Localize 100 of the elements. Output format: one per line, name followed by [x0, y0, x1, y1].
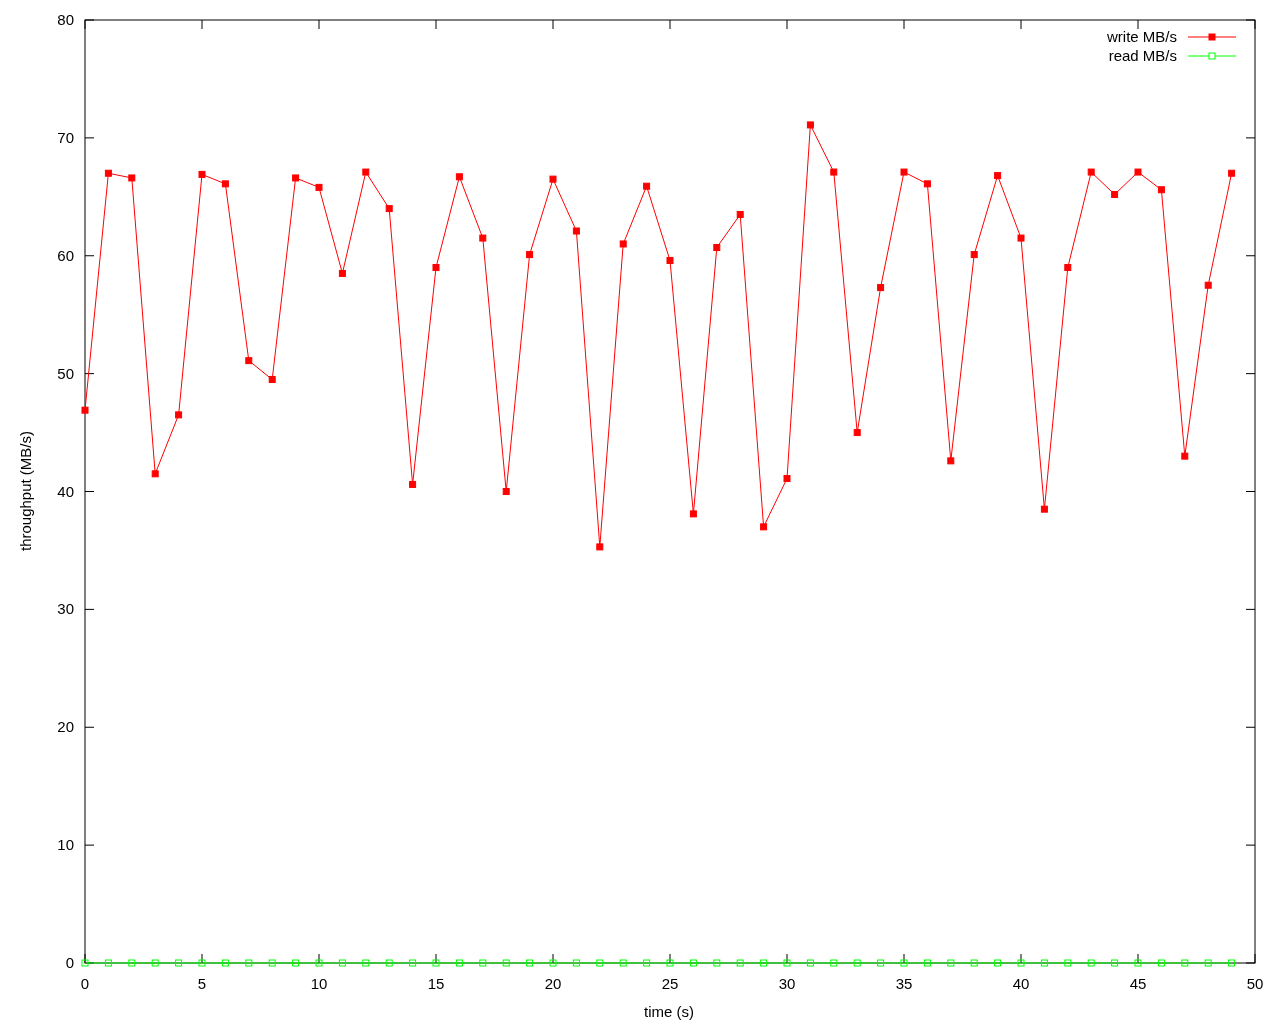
data-point	[409, 959, 417, 967]
data-point	[760, 523, 768, 531]
data-point	[81, 406, 89, 414]
data-point	[455, 173, 463, 181]
data-point	[128, 174, 136, 182]
data-point	[619, 240, 627, 248]
x-tick-label: 15	[427, 975, 445, 992]
data-point	[81, 959, 89, 967]
x-tick-label: 40	[1012, 975, 1030, 992]
data-point	[643, 182, 651, 190]
data-point	[1157, 186, 1165, 194]
data-point	[292, 959, 300, 967]
data-point	[432, 264, 440, 272]
y-tick-label: 40	[57, 482, 74, 500]
data-point	[994, 172, 1002, 180]
data-point	[175, 959, 183, 967]
data-point	[1134, 168, 1142, 176]
data-point	[783, 475, 791, 483]
x-axis-title: time (s)	[644, 1003, 694, 1020]
data-point	[221, 959, 229, 967]
legend-label: write MB/s	[1107, 28, 1177, 45]
data-point	[198, 170, 206, 178]
data-point	[1134, 959, 1142, 967]
data-point	[1040, 505, 1048, 513]
data-point	[736, 959, 744, 967]
data-point	[385, 205, 393, 213]
x-tick-label: 30	[778, 975, 796, 992]
data-point	[221, 180, 229, 188]
x-tick-label: 20	[544, 975, 562, 992]
data-point	[1204, 959, 1212, 967]
data-point	[1040, 959, 1048, 967]
data-point	[830, 168, 838, 176]
data-point	[455, 959, 463, 967]
data-point	[1181, 452, 1189, 460]
data-point	[666, 959, 674, 967]
legend-swatch	[1187, 52, 1237, 60]
data-point	[713, 959, 721, 967]
x-tick-label: 45	[1129, 975, 1147, 992]
data-point	[338, 959, 346, 967]
data-point	[198, 959, 206, 967]
y-tick-label: 50	[57, 364, 74, 382]
data-point	[970, 959, 978, 967]
data-point	[245, 959, 253, 967]
data-point	[549, 175, 557, 183]
data-point	[689, 510, 697, 518]
data-point	[1228, 959, 1236, 967]
data-point	[268, 959, 276, 967]
data-point	[128, 959, 136, 967]
data-point	[900, 959, 908, 967]
data-point	[947, 457, 955, 465]
data-point	[502, 488, 510, 495]
data-point	[315, 183, 323, 191]
data-point	[432, 959, 440, 967]
y-tick-label: 70	[57, 128, 74, 146]
data-point	[151, 470, 159, 478]
x-tick-label: 10	[310, 975, 328, 992]
data-point	[409, 480, 417, 488]
data-point	[151, 959, 159, 967]
data-point	[1204, 281, 1212, 289]
data-point	[666, 256, 674, 264]
data-point	[923, 180, 931, 188]
data-point	[315, 959, 323, 967]
data-point	[526, 959, 534, 967]
data-point	[806, 959, 814, 967]
data-point	[643, 959, 651, 967]
data-point	[713, 244, 721, 251]
data-point	[1181, 959, 1189, 967]
y-tick-label: 20	[57, 718, 74, 736]
data-point	[245, 357, 253, 365]
x-tick-label: 50	[1246, 975, 1264, 992]
data-point	[572, 959, 580, 967]
x-tick-label: 0	[80, 975, 90, 992]
data-point	[760, 959, 768, 967]
data-point	[175, 411, 183, 419]
data-point	[385, 959, 393, 967]
data-point	[1157, 959, 1165, 967]
data-point	[877, 959, 885, 967]
y-tick-label: 10	[57, 836, 74, 854]
y-tick-label: 30	[57, 600, 74, 618]
data-point	[526, 251, 534, 259]
data-point	[502, 959, 510, 967]
data-point	[830, 959, 838, 967]
data-point	[479, 959, 487, 967]
data-point	[572, 227, 580, 235]
data-point	[947, 959, 955, 967]
data-point	[900, 168, 908, 176]
data-point	[970, 251, 978, 259]
data-point	[338, 269, 346, 277]
data-point	[1064, 959, 1072, 967]
data-point	[596, 543, 604, 551]
data-point	[806, 121, 814, 129]
y-tick-label: 80	[57, 11, 74, 28]
data-point	[923, 959, 931, 967]
data-point	[1111, 959, 1119, 967]
data-point	[783, 959, 791, 967]
legend-label: read MB/s	[1108, 47, 1177, 64]
data-point	[853, 959, 861, 967]
data-point	[362, 959, 370, 967]
data-point	[479, 234, 487, 242]
data-point	[549, 959, 557, 967]
